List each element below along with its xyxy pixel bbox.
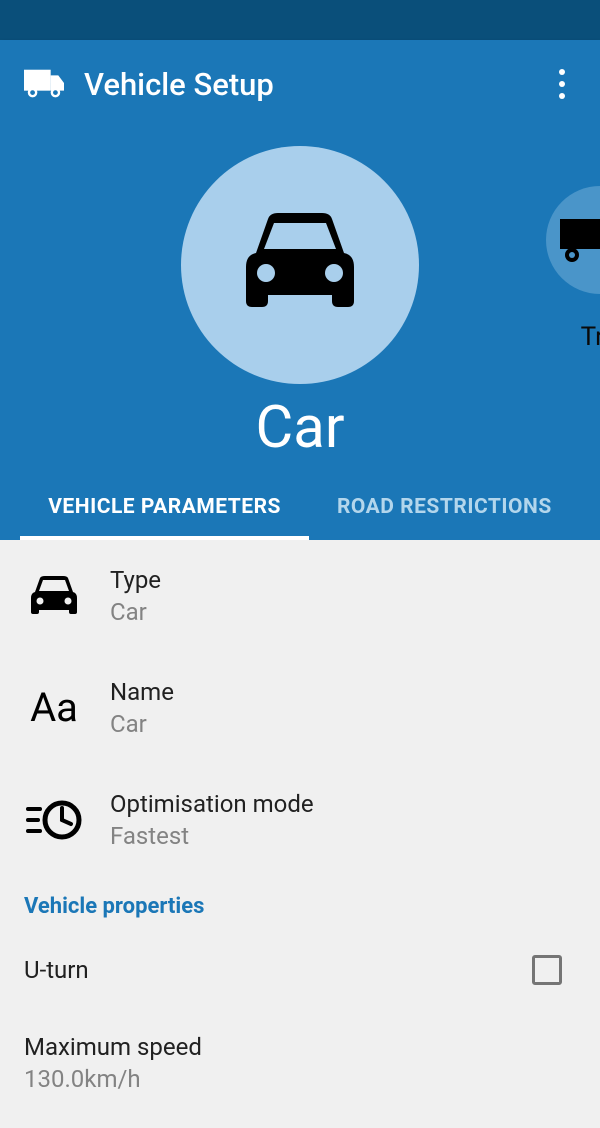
car-icon — [230, 205, 370, 325]
overflow-menu-button[interactable] — [542, 64, 582, 104]
uturn-label: U-turn — [24, 956, 532, 984]
name-row[interactable]: Aa Name Car — [0, 652, 600, 764]
app-bar-title: Vehicle Setup — [84, 66, 274, 103]
dots-vertical-icon — [559, 69, 565, 75]
app-bar: Vehicle Setup — [0, 40, 600, 128]
name-value: Car — [110, 710, 576, 738]
max-speed-label: Maximum speed — [24, 1033, 576, 1061]
type-label: Type — [110, 566, 576, 594]
status-bar — [0, 0, 600, 40]
vehicle-truck-label-partial: Tr — [581, 322, 600, 352]
optimisation-label: Optimisation mode — [110, 790, 576, 818]
uturn-row[interactable]: U-turn — [0, 931, 600, 1009]
truck-icon — [550, 215, 600, 265]
tab-road-restrictions[interactable]: ROAD RESTRICTIONS — [309, 478, 580, 540]
name-label: Name — [110, 678, 576, 706]
vehicle-avatar-car[interactable] — [181, 146, 419, 384]
speed-clock-icon — [24, 796, 84, 844]
vehicle-hero: Tr Car VEHICLE PARAMETERS ROAD RESTRICTI… — [0, 128, 600, 540]
optimisation-value: Fastest — [110, 822, 576, 850]
tabs: VEHICLE PARAMETERS ROAD RESTRICTIONS — [0, 478, 600, 540]
max-speed-value: 130.0km/h — [24, 1065, 576, 1093]
tab-vehicle-parameters[interactable]: VEHICLE PARAMETERS — [20, 478, 309, 540]
car-small-icon — [24, 572, 84, 620]
vehicle-avatar-truck[interactable] — [546, 186, 600, 294]
optimisation-row[interactable]: Optimisation mode Fastest — [0, 764, 600, 876]
type-value: Car — [110, 598, 576, 626]
text-icon: Aa — [24, 684, 84, 732]
type-row[interactable]: Type Car — [0, 540, 600, 652]
max-speed-row[interactable]: Maximum speed 130.0km/h — [0, 1009, 600, 1093]
section-vehicle-properties: Vehicle properties — [0, 876, 600, 931]
content: Type Car Aa Name Car Optimisation mode F… — [0, 540, 600, 1093]
vehicle-name-title: Car — [0, 394, 600, 462]
truck-icon — [24, 64, 64, 104]
uturn-checkbox[interactable] — [532, 955, 562, 985]
